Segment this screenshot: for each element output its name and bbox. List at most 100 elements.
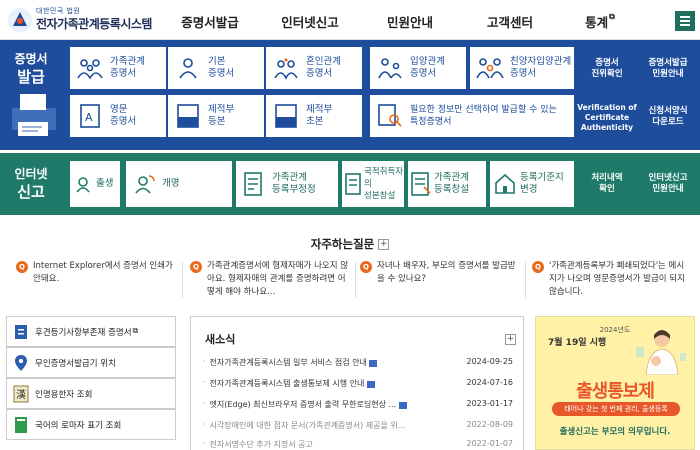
tile-removed-register-extract[interactable]: 제적부 초본 (266, 95, 362, 137)
tile-register-base-change[interactable]: 등록기준지 변경 (490, 161, 574, 207)
quick-link-hanja-search[interactable]: 漢 인명용한자 조회 (6, 378, 176, 409)
book-icon (15, 416, 27, 433)
person-icon (179, 58, 197, 79)
main-nav: 증명서발급 인터넷신고 민원안내 고객센터 통계⧉ (160, 12, 640, 31)
bullet-icon: · (203, 357, 206, 366)
news-item[interactable]: · 시각장애인에 대한 점자 문서(가족관계증명서) 제공을 위... 2022… (203, 420, 513, 434)
quick-link-label: 국어의 로마자 표기 조회 (35, 420, 122, 431)
court-logo-icon[interactable] (6, 6, 34, 34)
registration-icon (411, 172, 431, 196)
tile-nationality-surname-label: 국적취득자의 성본창설 (364, 167, 404, 201)
quick-link-kiosk-location[interactable]: 무인증명서발급기 위치 (6, 347, 176, 378)
tile-marriage-cert[interactable]: 혼인관계 증명서 (266, 47, 362, 89)
news-item[interactable]: · 전자가족관계등록시스템 일부 서비스 점검 안내 2024-09-25 (203, 357, 513, 371)
tile-specific-cert-label: 필요한 정보만 선택하여 발급할 수 있는 특정증명서 (410, 105, 557, 127)
news-item[interactable]: · 엣지(Edge) 최신브라우저 증명서 출력 무한로딩현상 ... 2023… (203, 399, 513, 413)
tile-specific-cert[interactable]: 필요한 정보만 선택하여 발급할 수 있는 특정증명서 (370, 95, 574, 137)
cert-issue-band: 증명서 발급 가족관계 증명서 기본 증명서 혼인관계 증명서 입양관계 증명서… (0, 40, 700, 150)
nav-statistics-label: 통계 (585, 15, 609, 30)
tile-english-cert-label: 영문 증명서 (110, 104, 137, 127)
faq-item[interactable]: Q 가족관계증명서에 형제자매가 나오지 않아요. 형제자매의 관계를 증명하려면… (190, 260, 350, 299)
quick-link-label: 무인증명서발급기 위치 (35, 358, 116, 369)
header: 대한민국 법원 전자가족관계등록시스템 증명서발급 인터넷신고 민원안내 고객센… (0, 0, 700, 40)
faq-item[interactable]: Q '가족관계등록부가 폐쇄되었다'는 메시지가 나오며 영문증명서가 발급이 되… (532, 260, 692, 299)
cert-civil-guide-button[interactable]: 증명서발급 민원안내 (638, 48, 698, 90)
nav-customer-center[interactable]: 고객센터 (460, 12, 560, 31)
question-badge-icon: Q (16, 261, 28, 273)
removed-register-icon (275, 104, 297, 128)
nav-cert-issue[interactable]: 증명서발급 (160, 12, 260, 31)
adoption-icon (378, 58, 402, 79)
cert-authenticity-button[interactable]: Verification of Certificate Authenticity (576, 96, 638, 140)
tile-removed-register-copy[interactable]: 제적부 등본 (168, 95, 264, 137)
search-doc-icon (378, 104, 402, 127)
svg-text:漢: 漢 (16, 388, 26, 401)
birth-notice-banner[interactable]: 2024년도 7월 19일 시행 출생통보제 태어나 갖는 첫 번째 권리, 출… (535, 316, 695, 450)
quick-link-romanization[interactable]: 국어의 로마자 표기 조회 (6, 409, 176, 440)
news-item[interactable]: · 전자서명수단 추가 지정서 공고 2022-01-07 (203, 439, 513, 450)
tile-register-correction[interactable]: 가족관계 등록부정정 (236, 161, 338, 207)
bullet-icon: · (203, 399, 206, 408)
tile-birth[interactable]: 출생 (70, 161, 120, 207)
faq-item-text: Internet Explorer에서 증명서 인쇄가 안돼요. (33, 261, 173, 284)
tile-register-base-change-label: 등록기준지 변경 (520, 172, 564, 195)
banner-headline: 출생통보제 (576, 381, 655, 402)
news-item-title: 전자서명수단 추가 지정서 공고 (209, 440, 313, 449)
faq-title-text: 자주하는질문 (310, 237, 375, 251)
tile-rename[interactable]: 개명 (126, 161, 232, 207)
mother-baby-illustration-icon (636, 330, 686, 375)
news-item-date: 2024-09-25 (466, 357, 514, 366)
nav-internet-report[interactable]: 인터넷신고 (260, 12, 360, 31)
tile-full-adoption-cert[interactable]: 친양자입양관계 증명서 (470, 47, 574, 89)
news-item-date: 2022-08-09 (466, 420, 514, 429)
tile-full-adoption-cert-label: 친양자입양관계 증명서 (510, 56, 572, 79)
news-panel: 새소식 + · 전자가족관계등록시스템 일부 서비스 점검 안내 2024-09… (190, 316, 524, 450)
nav-civil-guide[interactable]: 민원안내 (360, 12, 460, 31)
tile-marriage-cert-label: 혼인관계 증명서 (306, 56, 341, 79)
nationality-icon (345, 173, 361, 195)
report-history-button[interactable]: 처리내역 확인 (578, 165, 636, 203)
tile-register-creation[interactable]: 가족관계 등록창설 (408, 161, 486, 207)
news-item-title: 전자가족관계등록시스템 일부 서비스 점검 안내 (209, 358, 367, 367)
certificate-icon (15, 324, 27, 339)
report-title-big: 신고 (17, 183, 45, 201)
tile-english-cert[interactable]: A 영문 증명서 (70, 95, 166, 137)
tile-basic-cert[interactable]: 기본 증명서 (168, 47, 264, 89)
news-title: 새소식 (205, 333, 236, 346)
quick-link-label: 후견등기사항부존재 증명서 (35, 327, 132, 338)
faq-divider (182, 262, 183, 298)
new-badge-icon (369, 360, 378, 367)
tile-register-creation-label: 가족관계 등록창설 (434, 172, 469, 195)
question-badge-icon: Q (532, 261, 544, 273)
quick-link-guardianship[interactable]: 후견등기사항부존재 증명서⧉ (6, 316, 176, 347)
printer-icon (12, 94, 56, 136)
news-item-date: 2024-07-16 (466, 378, 514, 387)
menu-hamburger-icon[interactable] (675, 11, 695, 31)
faq-section-title: 자주하는질문 + (0, 236, 700, 252)
news-item-date: 2022-01-07 (466, 439, 514, 448)
cert-title-small: 증명서 (14, 52, 48, 66)
bullet-icon: · (203, 439, 206, 448)
cert-verify-button[interactable]: 증명서 진위확인 (578, 48, 636, 90)
news-more-plus-icon[interactable]: + (505, 334, 516, 345)
tile-removed-register-copy-label: 제적부 등본 (208, 104, 235, 127)
report-civil-guide-button[interactable]: 인터넷신고 민원안내 (638, 165, 698, 203)
quick-link-label: 인명용한자 조회 (35, 389, 93, 400)
faq-item[interactable]: Q Internet Explorer에서 증명서 인쇄가 안돼요. (16, 260, 176, 286)
form-download-button[interactable]: 신청서양식 다운로드 (638, 96, 698, 138)
baby-icon (76, 177, 90, 193)
tile-family-cert[interactable]: 가족관계 증명서 (70, 47, 166, 89)
site-title[interactable]: 전자가족관계등록시스템 (36, 15, 152, 32)
rename-icon (135, 175, 155, 194)
tile-adoption-cert[interactable]: 입양관계 증명서 (370, 47, 466, 89)
faq-item[interactable]: Q 자녀나 배우자, 부모의 증명서를 발급받을 수 있나요? (360, 260, 520, 286)
banner-date: 7월 19일 시행 (548, 338, 607, 348)
faq-more-plus-icon[interactable]: + (378, 239, 390, 250)
news-item-date: 2023-01-17 (466, 399, 514, 408)
tile-nationality-surname[interactable]: 국적취득자의 성본창설 (342, 161, 404, 207)
nav-statistics[interactable]: 통계⧉ (560, 12, 640, 31)
cert-title-big: 발급 (17, 68, 45, 86)
tile-basic-cert-label: 기본 증명서 (208, 56, 235, 79)
report-section-title: 인터넷 신고 (0, 165, 62, 201)
news-item[interactable]: · 전자가족관계등록시스템 출생통보제 시행 안내 2024-07-16 (203, 378, 513, 392)
